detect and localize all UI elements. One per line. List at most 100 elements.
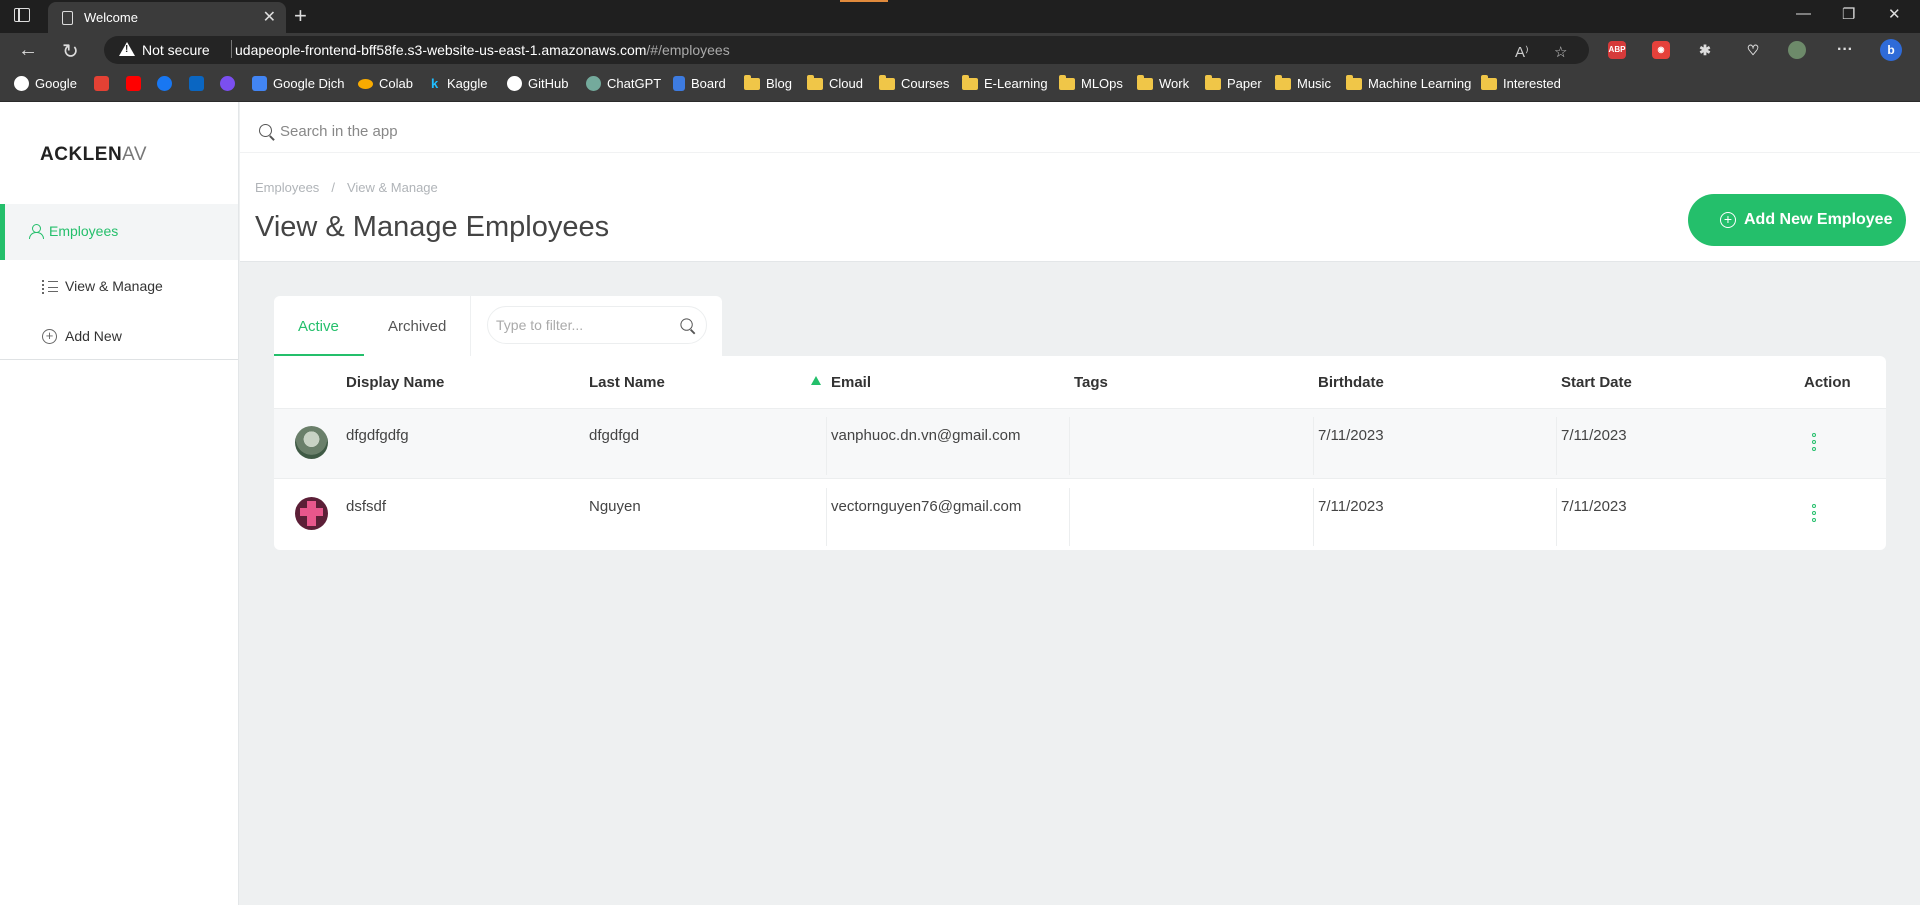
row-divider: [274, 478, 1886, 479]
bookmark-gmail[interactable]: [94, 76, 109, 91]
column-header-tags[interactable]: Tags: [1074, 374, 1108, 391]
logo-text: ACKLEN: [40, 144, 123, 165]
page-header: Employees / View & Manage View & Manage Em…: [240, 102, 1920, 262]
bookmark-e-learning[interactable]: E-Learning: [962, 74, 1048, 91]
folder-icon: [879, 74, 895, 90]
record-icon[interactable]: ◉: [1652, 41, 1670, 59]
bookmark-youtube[interactable]: [126, 76, 141, 91]
url-text[interactable]: udapeople-frontend-bff58fe.s3-website-us…: [235, 42, 730, 58]
app-logo[interactable]: ACKLENAV: [40, 144, 147, 166]
bookmark-blog[interactable]: Blog: [744, 74, 793, 91]
column-divider: [1069, 417, 1070, 475]
column-header-last-name[interactable]: Last Name: [589, 374, 665, 391]
favorite-star-icon[interactable]: ☆: [1554, 43, 1567, 61]
back-icon[interactable]: ←: [18, 39, 38, 62]
header-divider: [240, 152, 1920, 153]
url-path: /#/employees: [646, 42, 730, 58]
row-actions-icon[interactable]: [1809, 504, 1819, 526]
google-icon: [14, 76, 29, 91]
search-icon[interactable]: [680, 318, 695, 333]
bookmark-facebook[interactable]: [157, 76, 172, 91]
bookmark-messenger[interactable]: [220, 76, 235, 91]
bookmark-interested[interactable]: Interested: [1481, 74, 1561, 91]
board-icon: [673, 76, 685, 91]
new-tab-icon[interactable]: +: [294, 3, 307, 29]
minimize-icon[interactable]: —: [1796, 5, 1811, 22]
column-header-birthdate[interactable]: Birthdate: [1318, 374, 1384, 391]
cell-birthdate: 7/11/2023: [1318, 427, 1384, 444]
folder-icon: [1275, 74, 1291, 90]
add-new-employee-button[interactable]: + Add New Employee: [1688, 194, 1906, 246]
bookmark-kaggle[interactable]: k Kaggle: [431, 76, 487, 91]
warning-icon: [119, 42, 135, 56]
read-aloud-icon[interactable]: A⁾: [1515, 43, 1529, 61]
tab-label: Active: [298, 318, 339, 335]
bookmark-label: Blog: [766, 76, 793, 91]
bookmark-cloud[interactable]: Cloud: [807, 74, 863, 91]
bookmark-label: Music: [1297, 76, 1331, 91]
breadcrumb-employees[interactable]: Employees: [255, 180, 319, 195]
sidebar-item-view-manage[interactable]: View & Manage: [0, 266, 238, 306]
sidebar-item-add-new[interactable]: + Add New: [0, 316, 238, 356]
tab-actions-icon[interactable]: [14, 8, 30, 22]
sidebar-item-employees[interactable]: Employees: [0, 204, 238, 260]
row-actions-icon[interactable]: [1809, 433, 1819, 455]
gmail-icon: [94, 76, 109, 91]
bookmark-google-dich[interactable]: Google Dịch: [252, 76, 345, 91]
column-header-start-date[interactable]: Start Date: [1561, 374, 1632, 391]
table-row[interactable]: dsfsdf Nguyen vectornguyen76@gmail.com 7…: [274, 480, 1886, 550]
bookmark-mlops[interactable]: MLOps: [1059, 74, 1123, 91]
bookmark-work[interactable]: Work: [1137, 74, 1189, 91]
column-header-email[interactable]: Email: [831, 374, 871, 391]
browser-tab[interactable]: Welcome ✕: [48, 2, 286, 33]
bookmark-chatgpt[interactable]: ChatGPT: [586, 76, 661, 91]
url-field[interactable]: Not secure udapeople-frontend-bff58fe.s3…: [104, 36, 1589, 64]
extensions-puzzle-icon[interactable]: ✱: [1696, 41, 1714, 59]
column-divider: [1556, 417, 1557, 475]
bookmark-linkedin[interactable]: [189, 76, 204, 91]
tabs-card: Active Archived: [274, 296, 722, 356]
table-row[interactable]: dfgdfgdfg dfgdfgd vanphuoc.dn.vn@gmail.c…: [274, 409, 1886, 479]
column-header-display-name[interactable]: Display Name: [346, 374, 444, 391]
tab-active[interactable]: Active: [274, 296, 364, 356]
profile-avatar-icon[interactable]: [1788, 41, 1806, 59]
bookmark-label: ChatGPT: [607, 76, 662, 91]
sidebar-item-label: Employees: [49, 223, 119, 239]
avatar: [295, 426, 328, 459]
bookmark-google[interactable]: Google: [14, 76, 77, 91]
folder-icon: [1137, 74, 1153, 90]
more-menu-icon[interactable]: ···: [1836, 41, 1854, 59]
window-close-icon[interactable]: ✕: [1888, 5, 1901, 23]
plus-circle-icon: +: [42, 329, 57, 344]
sidebar-item-label: Add New: [65, 328, 122, 344]
bookmark-label: Google: [35, 76, 77, 91]
bookmark-courses[interactable]: Courses: [879, 74, 949, 91]
bookmark-github[interactable]: GitHub: [507, 76, 568, 91]
filter-input[interactable]: [496, 313, 666, 337]
cell-email: vectornguyen76@gmail.com: [831, 498, 1022, 515]
bookmark-board[interactable]: Board: [673, 76, 726, 91]
bookmark-colab[interactable]: Colab: [358, 76, 413, 91]
bookmark-label: Board: [691, 76, 726, 91]
health-icon[interactable]: ♡: [1744, 41, 1762, 59]
bookmark-music[interactable]: Music: [1275, 74, 1331, 91]
bookmark-machine-learning[interactable]: Machine Learning: [1346, 74, 1471, 91]
list-icon: [42, 280, 58, 294]
bing-icon[interactable]: b: [1880, 39, 1902, 61]
adblock-icon[interactable]: ABP: [1608, 41, 1626, 59]
refresh-icon[interactable]: ↻: [62, 39, 79, 64]
security-label[interactable]: Not secure: [142, 42, 210, 58]
bookmark-label: MLOps: [1081, 76, 1123, 91]
youtube-icon: [126, 76, 141, 91]
column-divider: [1313, 488, 1314, 546]
sort-ascending-icon[interactable]: [811, 376, 821, 385]
restore-icon[interactable]: ❐: [1842, 5, 1855, 23]
bookmarks-bar: Google Google Dịch Colab k Kaggle GitHub …: [0, 67, 1920, 102]
avatar: [295, 497, 328, 530]
tab-archived[interactable]: Archived: [364, 296, 470, 356]
app-search-input[interactable]: [280, 117, 1760, 145]
close-tab-icon[interactable]: ✕: [263, 7, 276, 27]
bookmark-paper[interactable]: Paper: [1205, 74, 1262, 91]
folder-icon: [1481, 74, 1497, 90]
page-icon: [62, 11, 73, 25]
